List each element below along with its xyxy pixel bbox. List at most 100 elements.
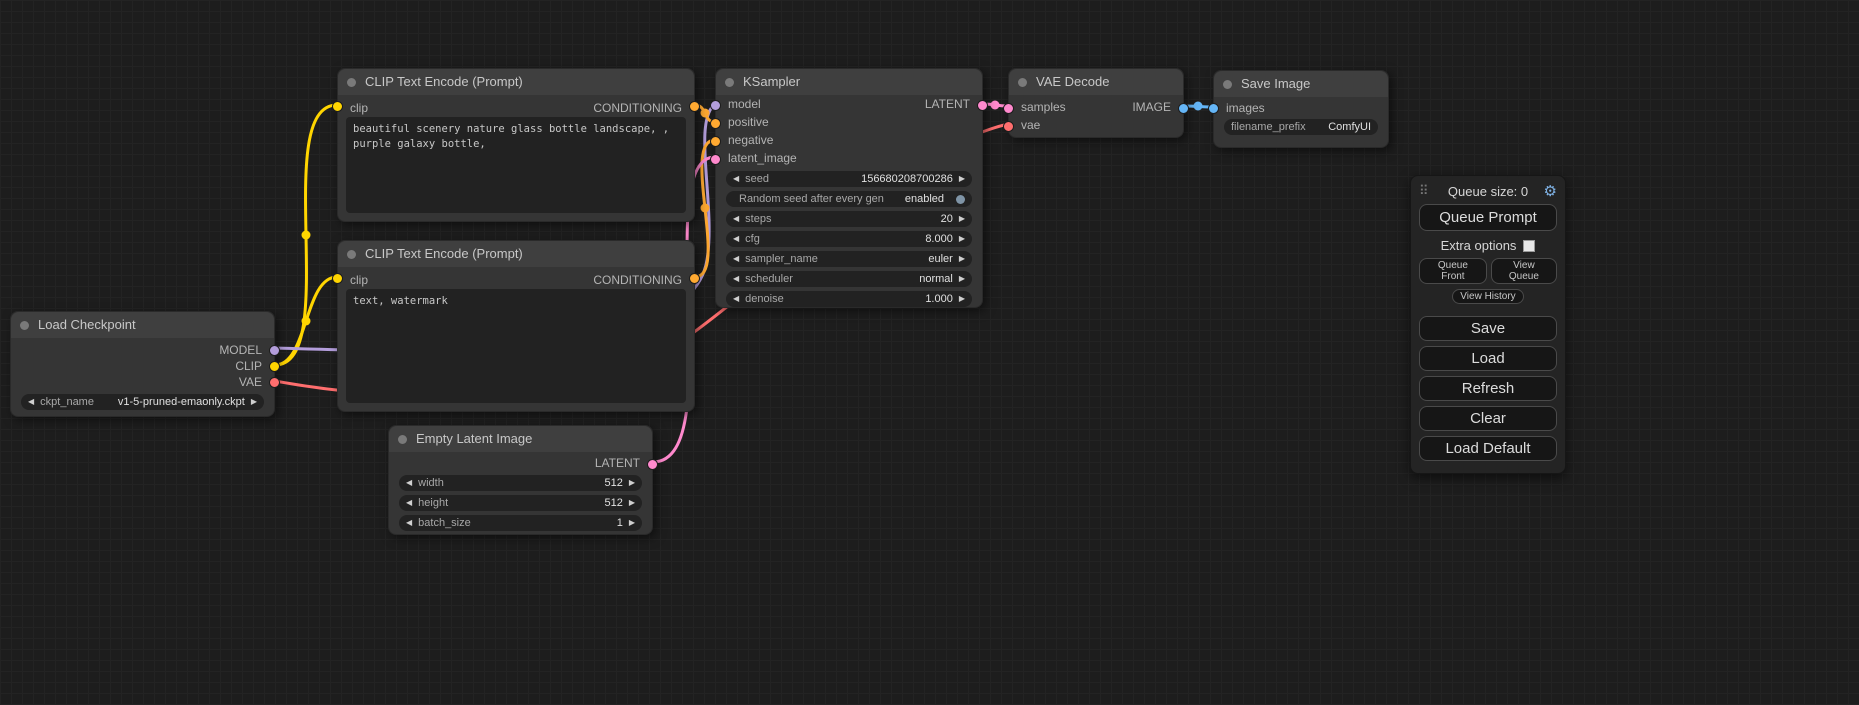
increment-arrow-icon[interactable]: ▶ bbox=[959, 291, 965, 307]
steps-widget[interactable]: ◀ steps 20 ▶ bbox=[726, 211, 972, 227]
collapse-dot-icon[interactable] bbox=[1223, 80, 1232, 89]
positive-input-port[interactable] bbox=[710, 118, 721, 129]
refresh-button[interactable]: Refresh bbox=[1419, 376, 1557, 401]
settings-gear-icon[interactable]: ⚙ bbox=[1544, 184, 1557, 199]
decrement-arrow-icon[interactable]: ◀ bbox=[733, 211, 739, 227]
node-graph-canvas[interactable]: Load Checkpoint MODEL CLIP VAE ◀ ckpt_na… bbox=[0, 0, 1859, 705]
node-title-bar[interactable]: Load Checkpoint bbox=[11, 312, 274, 338]
node-ksampler[interactable]: KSampler model LATENT positive negative … bbox=[715, 68, 983, 308]
node-title-bar[interactable]: Empty Latent Image bbox=[389, 426, 652, 452]
prompt-textarea[interactable]: beautiful scenery nature glass bottle la… bbox=[346, 117, 686, 213]
decrement-arrow-icon[interactable]: ◀ bbox=[28, 394, 34, 410]
widget-value: 1.000 bbox=[925, 293, 953, 305]
random-seed-toggle-widget[interactable]: Random seed after every gen enabled bbox=[726, 191, 972, 207]
node-title-bar[interactable]: Save Image bbox=[1214, 71, 1388, 97]
widget-label: sampler_name bbox=[745, 253, 818, 265]
input-label-images: images bbox=[1226, 101, 1265, 115]
collapse-dot-icon[interactable] bbox=[725, 78, 734, 87]
increment-arrow-icon[interactable]: ▶ bbox=[629, 515, 635, 531]
node-title-bar[interactable]: CLIP Text Encode (Prompt) bbox=[338, 241, 694, 267]
increment-arrow-icon[interactable]: ▶ bbox=[629, 495, 635, 511]
widget-value: normal bbox=[919, 273, 953, 285]
node-clip-text-encode-negative[interactable]: CLIP Text Encode (Prompt) clip CONDITION… bbox=[337, 240, 695, 412]
height-widget[interactable]: ◀ height 512 ▶ bbox=[399, 495, 642, 511]
denoise-widget[interactable]: ◀ denoise 1.000 ▶ bbox=[726, 291, 972, 307]
clear-button[interactable]: Clear bbox=[1419, 406, 1557, 431]
collapse-dot-icon[interactable] bbox=[347, 78, 356, 87]
wire-midpoint-dot bbox=[701, 109, 710, 118]
vae-output-port[interactable] bbox=[269, 377, 280, 388]
decrement-arrow-icon[interactable]: ◀ bbox=[733, 171, 739, 187]
decrement-arrow-icon[interactable]: ◀ bbox=[733, 291, 739, 307]
node-empty-latent-image[interactable]: Empty Latent Image LATENT ◀ width 512 ▶ … bbox=[388, 425, 653, 535]
output-label-vae: VAE bbox=[239, 375, 262, 389]
increment-arrow-icon[interactable]: ▶ bbox=[959, 231, 965, 247]
latent-output-port[interactable] bbox=[647, 459, 658, 470]
latent-output-port[interactable] bbox=[977, 100, 988, 111]
clip-output-port[interactable] bbox=[269, 361, 280, 372]
samples-input-port[interactable] bbox=[1003, 103, 1014, 114]
next-option-arrow-icon[interactable]: ▶ bbox=[959, 271, 965, 287]
cfg-widget[interactable]: ◀ cfg 8.000 ▶ bbox=[726, 231, 972, 247]
node-title: CLIP Text Encode (Prompt) bbox=[365, 246, 523, 261]
node-save-image[interactable]: Save Image images filename_prefix ComfyU… bbox=[1213, 70, 1389, 148]
conditioning-output-port[interactable] bbox=[689, 101, 700, 112]
decrement-arrow-icon[interactable]: ◀ bbox=[406, 515, 412, 531]
save-button[interactable]: Save bbox=[1419, 316, 1557, 341]
increment-arrow-icon[interactable]: ▶ bbox=[959, 171, 965, 187]
increment-arrow-icon[interactable]: ▶ bbox=[629, 475, 635, 491]
view-history-button[interactable]: View History bbox=[1452, 289, 1523, 304]
queue-panel[interactable]: ⠿ Queue size: 0 ⚙ Queue Prompt Extra opt… bbox=[1410, 175, 1566, 474]
negative-input-port[interactable] bbox=[710, 136, 721, 147]
collapse-dot-icon[interactable] bbox=[398, 435, 407, 444]
decrement-arrow-icon[interactable]: ◀ bbox=[406, 475, 412, 491]
next-option-arrow-icon[interactable]: ▶ bbox=[959, 251, 965, 267]
conditioning-output-port[interactable] bbox=[689, 273, 700, 284]
view-queue-button[interactable]: View Queue bbox=[1491, 258, 1557, 284]
sampler-name-widget[interactable]: ◀ sampler_name euler ▶ bbox=[726, 251, 972, 267]
load-button[interactable]: Load bbox=[1419, 346, 1557, 371]
seed-widget[interactable]: ◀ seed 156680208700286 ▶ bbox=[726, 171, 972, 187]
node-title-bar[interactable]: KSampler bbox=[716, 69, 982, 95]
prev-option-arrow-icon[interactable]: ◀ bbox=[733, 271, 739, 287]
drag-handle-icon[interactable]: ⠿ bbox=[1419, 183, 1429, 199]
decrement-arrow-icon[interactable]: ◀ bbox=[733, 231, 739, 247]
scheduler-widget[interactable]: ◀ scheduler normal ▶ bbox=[726, 271, 972, 287]
width-widget[interactable]: ◀ width 512 ▶ bbox=[399, 475, 642, 491]
collapse-dot-icon[interactable] bbox=[1018, 78, 1027, 87]
ckpt-name-widget[interactable]: ◀ ckpt_name v1-5-pruned-emaonly.ckpt ▶ bbox=[21, 394, 264, 410]
widget-label: filename_prefix bbox=[1231, 121, 1306, 133]
clip-input-port[interactable] bbox=[332, 101, 343, 112]
node-clip-text-encode-positive[interactable]: CLIP Text Encode (Prompt) clip CONDITION… bbox=[337, 68, 695, 222]
decrement-arrow-icon[interactable]: ◀ bbox=[406, 495, 412, 511]
image-output-port[interactable] bbox=[1178, 103, 1189, 114]
toggle-dot-icon[interactable] bbox=[956, 195, 965, 204]
extra-options-checkbox[interactable] bbox=[1523, 240, 1535, 252]
batch-size-widget[interactable]: ◀ batch_size 1 ▶ bbox=[399, 515, 642, 531]
prev-option-arrow-icon[interactable]: ◀ bbox=[733, 251, 739, 267]
input-label-positive: positive bbox=[728, 115, 769, 129]
node-vae-decode[interactable]: VAE Decode samples IMAGE vae bbox=[1008, 68, 1184, 138]
node-title: Load Checkpoint bbox=[38, 317, 136, 332]
node-title-bar[interactable]: CLIP Text Encode (Prompt) bbox=[338, 69, 694, 95]
vae-input-port[interactable] bbox=[1003, 121, 1014, 132]
filename-prefix-widget[interactable]: filename_prefix ComfyUI bbox=[1224, 119, 1378, 135]
widget-value: 1 bbox=[617, 517, 623, 529]
collapse-dot-icon[interactable] bbox=[347, 250, 356, 259]
increment-arrow-icon[interactable]: ▶ bbox=[251, 394, 257, 410]
images-input-port[interactable] bbox=[1208, 103, 1219, 114]
widget-label: scheduler bbox=[745, 273, 793, 285]
queue-front-button[interactable]: Queue Front bbox=[1419, 258, 1487, 284]
collapse-dot-icon[interactable] bbox=[20, 321, 29, 330]
node-load-checkpoint[interactable]: Load Checkpoint MODEL CLIP VAE ◀ ckpt_na… bbox=[10, 311, 275, 417]
model-input-port[interactable] bbox=[710, 100, 721, 111]
queue-prompt-button[interactable]: Queue Prompt bbox=[1419, 204, 1557, 231]
node-title-bar[interactable]: VAE Decode bbox=[1009, 69, 1183, 95]
load-default-button[interactable]: Load Default bbox=[1419, 436, 1557, 461]
latent-image-input-port[interactable] bbox=[710, 154, 721, 165]
model-output-port[interactable] bbox=[269, 345, 280, 356]
clip-input-port[interactable] bbox=[332, 273, 343, 284]
prompt-textarea[interactable]: text, watermark bbox=[346, 289, 686, 403]
increment-arrow-icon[interactable]: ▶ bbox=[959, 211, 965, 227]
widget-value: ComfyUI bbox=[1328, 121, 1371, 133]
